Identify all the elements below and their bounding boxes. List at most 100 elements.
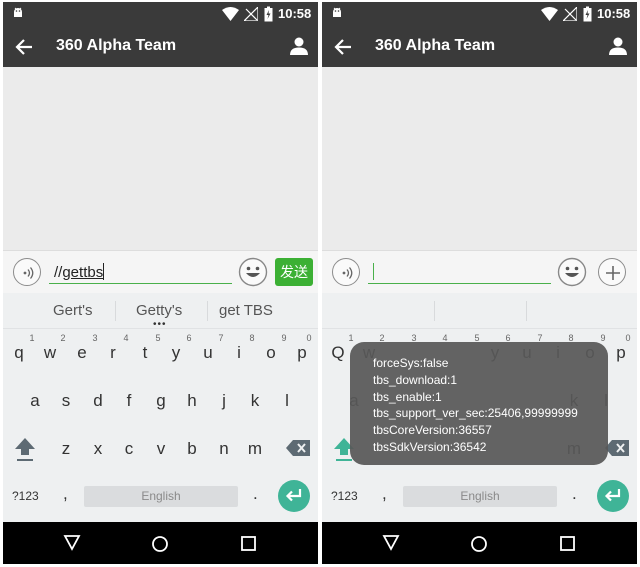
key-hint: 5 — [155, 333, 161, 343]
symbols-key[interactable]: ?123 — [12, 489, 39, 503]
text-cursor — [103, 263, 105, 280]
symbols-key[interactable]: ?123 — [331, 489, 358, 503]
message-input[interactable]: //gettbs — [49, 259, 232, 284]
send-button[interactable]: 发送 — [275, 258, 313, 286]
chat-title: 360 Alpha Team — [375, 37, 496, 54]
smiley-icon — [238, 257, 268, 287]
keyboard: 1 2 3 4 5 6 7 8 9 0 q w e r t y u i o p … — [3, 329, 318, 522]
key-p[interactable]: p — [290, 343, 314, 363]
message-input[interactable] — [368, 259, 551, 284]
key-w[interactable]: w — [38, 343, 62, 363]
suggestion-divider — [526, 301, 527, 321]
comma-key[interactable]: , — [63, 484, 68, 504]
key-g[interactable]: g — [149, 391, 173, 411]
key-hint: 9 — [281, 333, 287, 343]
status-bar: 10:58 — [3, 2, 318, 26]
back-arrow-icon[interactable] — [334, 38, 352, 56]
enter-button[interactable] — [278, 480, 310, 512]
key-i[interactable]: i — [227, 343, 251, 363]
no-signal-icon — [244, 7, 258, 21]
key-hint: 9 — [600, 333, 606, 343]
enter-button[interactable] — [597, 480, 629, 512]
toast-line: tbsSdkVersion:36542 — [373, 439, 487, 454]
key-a[interactable]: a — [23, 391, 47, 411]
tbs-info-toast: forceSys:false tbs_download:1 tbs_enable… — [350, 342, 608, 465]
period-key[interactable]: . — [253, 484, 258, 504]
key-l[interactable]: l — [275, 391, 299, 411]
battery-charging-icon — [264, 6, 273, 22]
key-hint: 7 — [218, 333, 224, 343]
plus-icon — [606, 266, 620, 280]
nav-home-icon[interactable] — [151, 535, 169, 553]
toast-line: tbs_download:1 — [373, 372, 458, 387]
android-notification-icon — [14, 7, 22, 17]
space-bar[interactable]: English — [84, 486, 238, 507]
navigation-bar — [3, 522, 318, 564]
key-v[interactable]: v — [149, 439, 173, 459]
person-icon[interactable] — [608, 36, 628, 56]
nav-back-icon[interactable] — [63, 535, 81, 551]
key-x[interactable]: x — [86, 439, 110, 459]
backspace-icon[interactable] — [286, 440, 310, 456]
enter-arrow-icon — [604, 489, 621, 502]
battery-charging-icon — [583, 6, 592, 22]
toast-line: tbs_support_ver_sec:25406,99999999 — [373, 406, 578, 421]
suggestion-strip: Gert's Getty's ••• get TBS — [3, 293, 318, 330]
back-arrow-icon[interactable] — [15, 38, 33, 56]
suggestion-3[interactable]: get TBS — [219, 302, 273, 319]
key-b[interactable]: b — [180, 439, 204, 459]
key-h[interactable]: h — [180, 391, 204, 411]
key-m[interactable]: m — [243, 439, 267, 459]
key-k[interactable]: k — [243, 391, 267, 411]
nav-back-icon[interactable] — [382, 535, 400, 551]
voice-icon — [23, 267, 34, 279]
chat-area — [3, 67, 318, 250]
app-bar: 360 Alpha Team — [322, 26, 637, 67]
key-o[interactable]: o — [259, 343, 283, 363]
key-s[interactable]: s — [54, 391, 78, 411]
key-z[interactable]: z — [54, 439, 78, 459]
voice-input-button[interactable] — [13, 258, 41, 286]
nav-recent-apps-icon[interactable] — [560, 536, 575, 551]
status-time: 10:58 — [278, 6, 312, 21]
smiley-icon — [557, 257, 587, 287]
comma-key[interactable]: , — [382, 484, 387, 504]
backspace-icon[interactable] — [605, 440, 629, 456]
phone-screen-left: 10:58 360 Alpha Team //gettbs 发送 Gert's … — [3, 2, 318, 564]
shift-icon[interactable] — [14, 436, 36, 462]
suggestion-1[interactable]: Gert's — [53, 302, 93, 319]
key-hint: 1 — [348, 333, 354, 343]
key-hint: 1 — [29, 333, 35, 343]
nav-home-icon[interactable] — [470, 535, 488, 553]
no-signal-icon — [563, 7, 577, 21]
key-j[interactable]: j — [212, 391, 236, 411]
period-key[interactable]: . — [572, 484, 577, 504]
key-hint: 3 — [92, 333, 98, 343]
status-bar: 10:58 — [322, 2, 637, 26]
more-options-button[interactable] — [598, 258, 626, 286]
key-e[interactable]: e — [70, 343, 94, 363]
key-q[interactable]: q — [7, 343, 31, 363]
key-n[interactable]: n — [212, 439, 236, 459]
voice-input-button[interactable] — [332, 258, 360, 286]
emoji-button[interactable] — [238, 257, 268, 287]
status-time: 10:58 — [597, 6, 631, 21]
key-p[interactable]: p — [609, 343, 633, 363]
nav-recent-apps-icon[interactable] — [241, 536, 256, 551]
emoji-button[interactable] — [557, 257, 587, 287]
space-bar[interactable]: English — [403, 486, 557, 507]
message-text: gettbs — [62, 264, 104, 281]
key-u[interactable]: u — [196, 343, 220, 363]
voice-icon — [342, 267, 353, 279]
person-icon[interactable] — [289, 36, 309, 56]
key-hint: 0 — [625, 333, 631, 343]
key-t[interactable]: t — [133, 343, 157, 363]
key-y[interactable]: y — [164, 343, 188, 363]
key-c[interactable]: c — [117, 439, 141, 459]
key-d[interactable]: d — [86, 391, 110, 411]
key-f[interactable]: f — [117, 391, 141, 411]
toast-line: tbsCoreVersion:36557 — [373, 423, 492, 438]
suggestion-2[interactable]: Getty's — [136, 302, 182, 319]
key-q[interactable]: Q — [326, 343, 350, 363]
key-r[interactable]: r — [101, 343, 125, 363]
